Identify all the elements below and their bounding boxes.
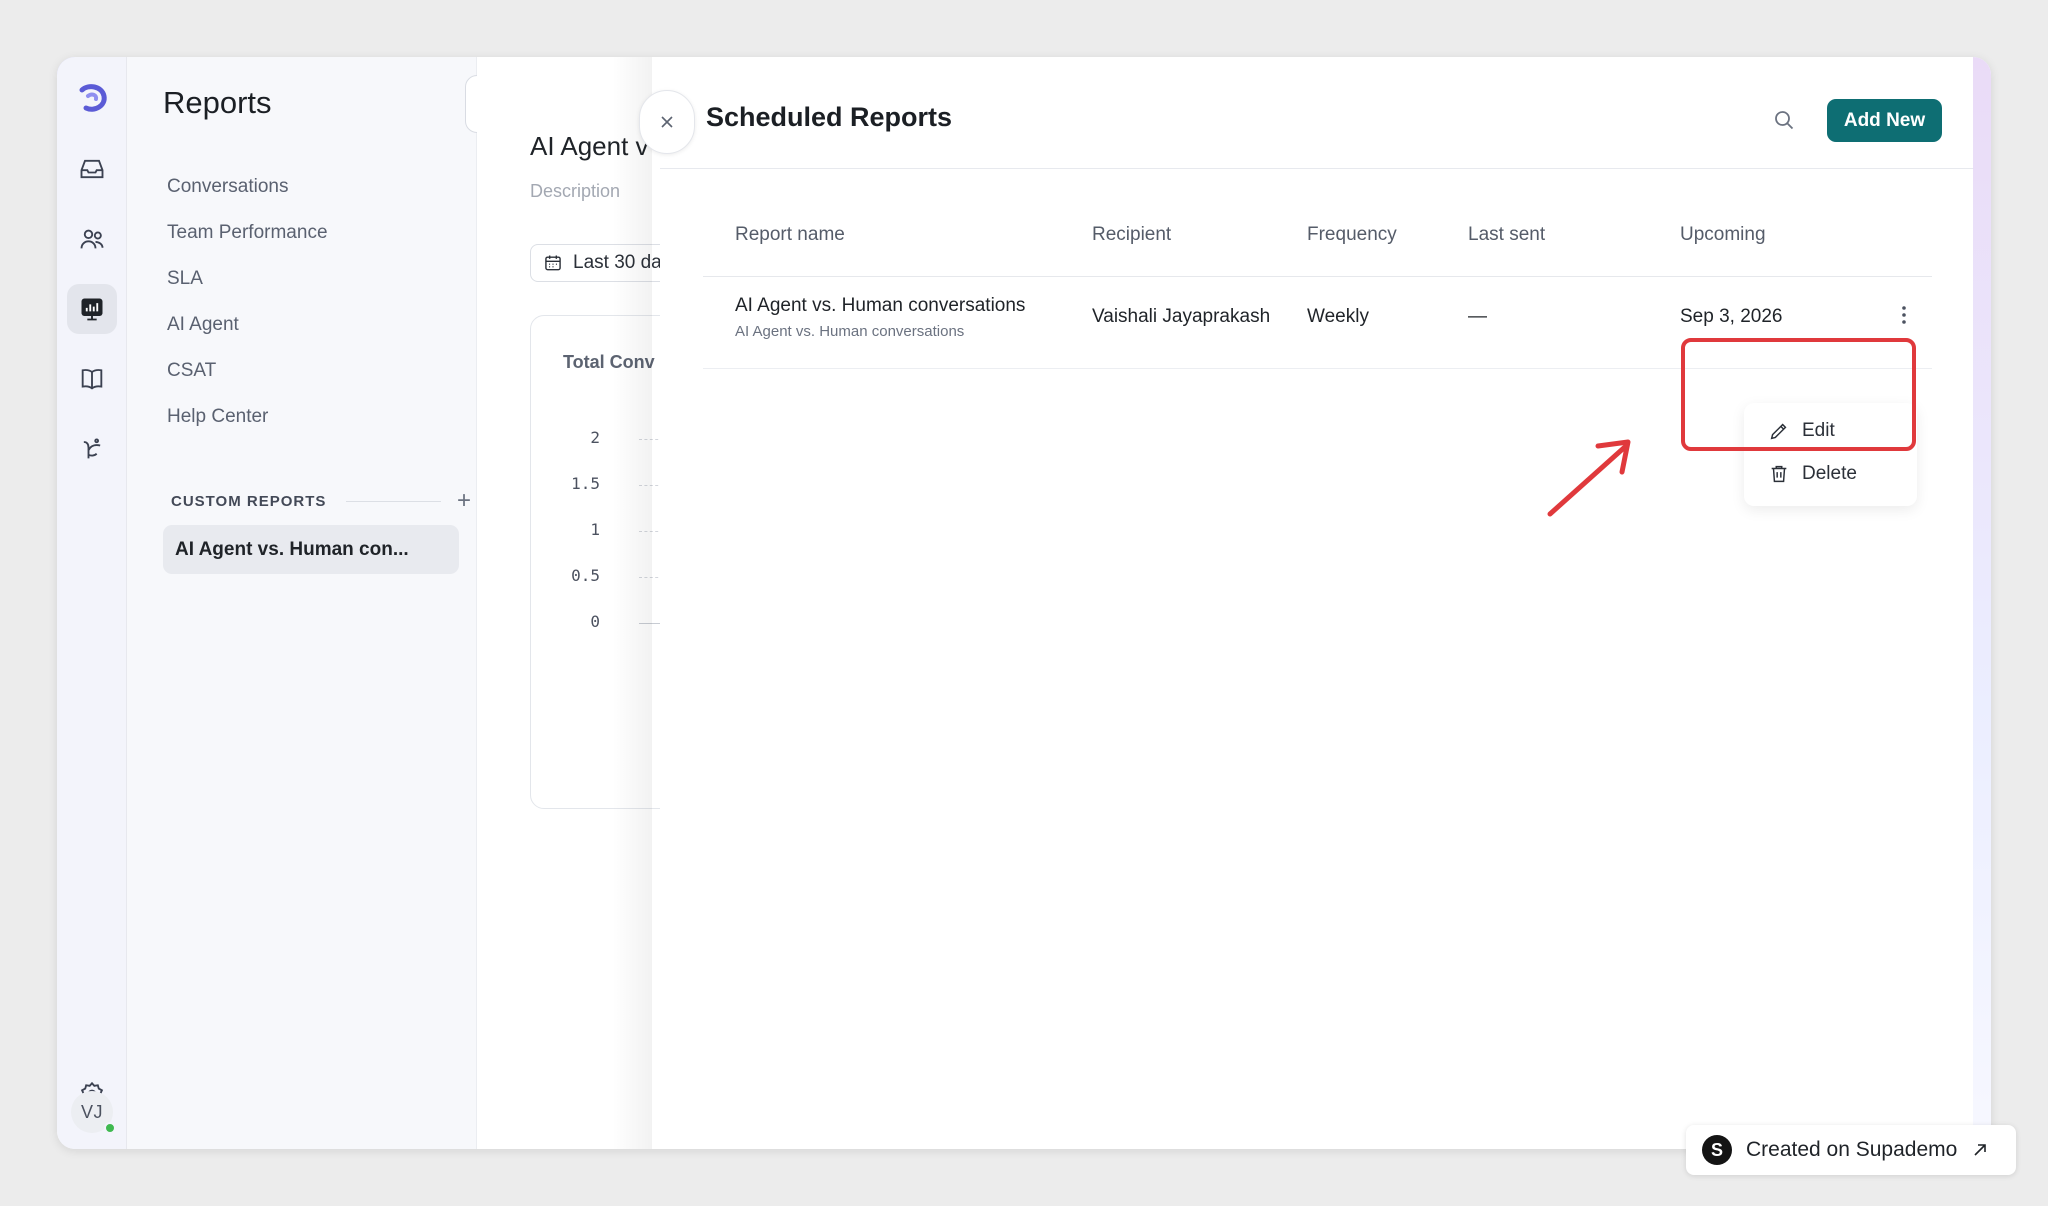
window-side-glow [1973,57,1991,1149]
panel-title: Scheduled Reports [706,102,953,132]
column-header-frequency: Frequency [1307,224,1397,245]
online-status-dot [104,1122,116,1134]
reports-icon[interactable] [67,284,117,334]
close-icon [661,116,673,128]
nav-item-help-center[interactable]: Help Center [167,394,328,440]
nav-item-ai-agent[interactable]: AI Agent [167,302,328,348]
brand-logo-icon[interactable] [67,73,117,123]
custom-reports-header: CUSTOM REPORTS + [171,489,471,513]
contacts-icon[interactable] [67,214,117,264]
divider [346,500,441,502]
supademo-logo-icon: S [1702,1135,1732,1165]
delete-menu-item[interactable]: Delete [1768,463,1857,485]
nav-item-conversations[interactable]: Conversations [167,164,328,210]
row-actions-icon[interactable] [1900,304,1908,331]
supademo-badge[interactable]: S Created on Supademo [1686,1125,2016,1175]
y-tick-label: 1.5 [571,474,600,493]
delete-label: Delete [1802,463,1857,484]
add-new-button[interactable]: Add New [1827,99,1942,142]
table-header: Report name Recipient Frequency Last sen… [703,224,1932,277]
icon-rail: VJ [57,57,127,1149]
scheduled-reports-panel: Scheduled Reports Add New Report name Re… [660,72,1974,1149]
frequency-cell: Weekly [1307,306,1369,327]
column-header-upcoming: Upcoming [1680,224,1766,245]
nav-item-sla[interactable]: SLA [167,256,328,302]
report-name-cell: AI Agent vs. Human conversations [735,295,1026,316]
y-tick-label: 0 [590,612,600,631]
panel-shadow [612,57,652,1149]
knowledge-base-icon[interactable] [67,354,117,404]
supademo-label: Created on Supademo [1746,1138,1958,1161]
reports-nav: Conversations Team Performance SLA AI Ag… [167,164,328,440]
close-panel-button[interactable] [639,90,695,154]
reports-sidebar: Reports Conversations Team Performance S… [127,57,525,1149]
menu-highlight-box [1681,338,1916,451]
custom-report-item[interactable]: AI Agent vs. Human con... [163,525,459,574]
recipient-cell: Vaishali Jayaprakash [1092,306,1271,327]
upcoming-cell: Sep 3, 2026 [1680,306,1783,327]
y-tick-label: 2 [590,428,600,447]
column-header-recipient: Recipient [1092,224,1172,245]
report-description[interactable]: Description [530,181,620,202]
app-window: VJ Reports Conversations Team Performanc… [57,57,1991,1149]
ai-agent-icon[interactable] [67,424,117,474]
inbox-icon[interactable] [67,144,117,194]
nav-item-team-performance[interactable]: Team Performance [167,210,328,256]
sidebar-title: Reports [163,85,272,120]
y-tick-label: 0.5 [571,566,600,585]
last-sent-cell: — [1468,306,1487,327]
search-icon[interactable] [1772,108,1796,137]
column-header-last-sent: Last sent [1468,224,1546,245]
report-name-subtitle: AI Agent vs. Human conversations [735,323,965,340]
external-link-icon [1974,1144,1987,1156]
nav-item-csat[interactable]: CSAT [167,348,328,394]
column-header-report-name: Report name [735,224,845,245]
y-tick-label: 1 [590,520,600,539]
add-custom-report-icon[interactable]: + [457,489,471,513]
trash-icon [1771,465,1787,483]
calendar-icon [545,255,561,271]
panel-header: Scheduled Reports Add New [660,72,1974,169]
custom-reports-label: CUSTOM REPORTS [171,492,327,510]
annotation-arrow [1547,439,1631,517]
